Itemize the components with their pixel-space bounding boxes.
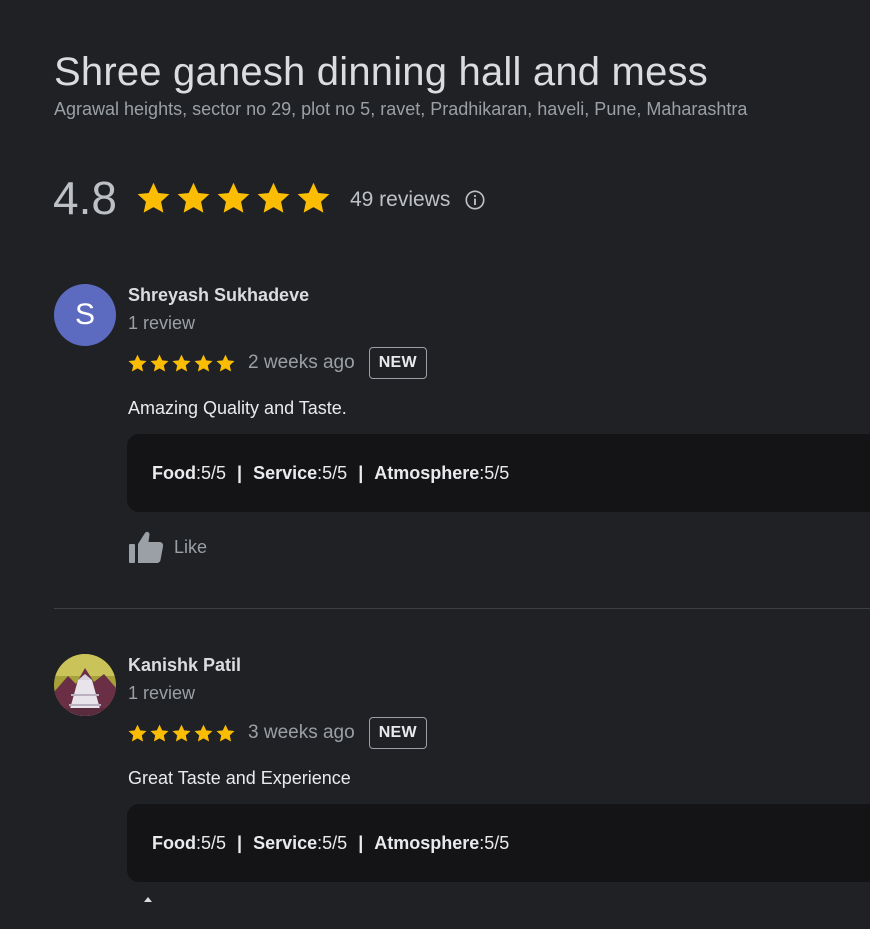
star-icon	[172, 354, 191, 372]
review-stars	[127, 723, 236, 744]
attr-value-atmosphere: 5/5	[484, 832, 510, 853]
star-icon	[217, 182, 250, 213]
review-stars	[127, 353, 236, 374]
rating-stars	[135, 180, 332, 217]
review-divider	[54, 608, 870, 609]
avatar[interactable]: S	[54, 284, 116, 346]
new-badge: NEW	[368, 347, 427, 379]
star-icon	[128, 354, 147, 372]
star-icon	[216, 724, 235, 742]
attr-value-atmosphere: 5/5	[484, 462, 510, 483]
star-icon	[150, 724, 169, 742]
star-icon	[194, 724, 213, 742]
attr-value-service: 5/5	[322, 832, 348, 853]
review-date: 3 weeks ago	[248, 722, 355, 743]
attr-label-food: Food	[152, 462, 196, 483]
avatar-photo	[54, 654, 116, 716]
star-icon	[172, 724, 191, 742]
star-icon	[128, 724, 147, 742]
reviewer-review-count: 1 review	[128, 683, 196, 703]
star-icon	[216, 354, 235, 372]
review-count-link[interactable]: 49 reviews	[350, 184, 450, 212]
star-icon	[297, 182, 330, 213]
star-icon	[150, 354, 169, 372]
rating-value: 4.8	[53, 172, 117, 224]
rating-summary: 4.8 49 reviews	[53, 172, 486, 224]
attr-label-atmosphere: Atmosphere	[374, 462, 480, 483]
review-text: Great Taste and Experience	[128, 768, 351, 788]
star-icon	[257, 182, 290, 213]
attr-label-food: Food	[152, 832, 196, 853]
attr-separator: |	[237, 462, 243, 483]
review-attributes: Food: 5/5 | Service: 5/5 | Atmosphere: 5…	[127, 804, 870, 882]
reviewer-name[interactable]: Shreyash Sukhadeve	[128, 285, 309, 306]
attr-label-service: Service	[253, 832, 318, 853]
attr-separator: |	[358, 462, 364, 483]
attr-value-food: 5/5	[201, 462, 227, 483]
place-address: Agrawal heights, sector no 29, plot no 5…	[54, 99, 748, 119]
review-rating-row: 2 weeks ago NEW	[127, 346, 427, 380]
attr-value-food: 5/5	[201, 832, 227, 853]
avatar[interactable]	[54, 654, 116, 716]
review-text: Amazing Quality and Taste.	[128, 398, 347, 418]
star-icon	[194, 354, 213, 372]
attr-separator: |	[358, 832, 364, 853]
attr-label-atmosphere: Atmosphere	[374, 832, 480, 853]
info-icon[interactable]	[464, 189, 486, 211]
review-attributes: Food: 5/5 | Service: 5/5 | Atmosphere: 5…	[127, 434, 870, 512]
place-title: Shree ganesh dinning hall and mess	[54, 50, 708, 94]
review-rating-row: 3 weeks ago NEW	[127, 716, 427, 750]
attr-value-service: 5/5	[322, 462, 348, 483]
attr-separator: |	[237, 832, 243, 853]
like-label: Like	[174, 536, 208, 557]
reviewer-review-count: 1 review	[128, 313, 196, 333]
review-date: 2 weeks ago	[248, 352, 355, 373]
thumbs-up-icon	[129, 531, 164, 563]
star-icon	[177, 182, 210, 213]
reviewer-name[interactable]: Kanishk Patil	[128, 655, 241, 676]
star-icon	[137, 182, 170, 213]
new-badge: NEW	[368, 717, 427, 749]
like-button[interactable]: Like	[128, 530, 207, 564]
like-icon-partial[interactable]	[144, 897, 152, 902]
attr-label-service: Service	[253, 462, 318, 483]
